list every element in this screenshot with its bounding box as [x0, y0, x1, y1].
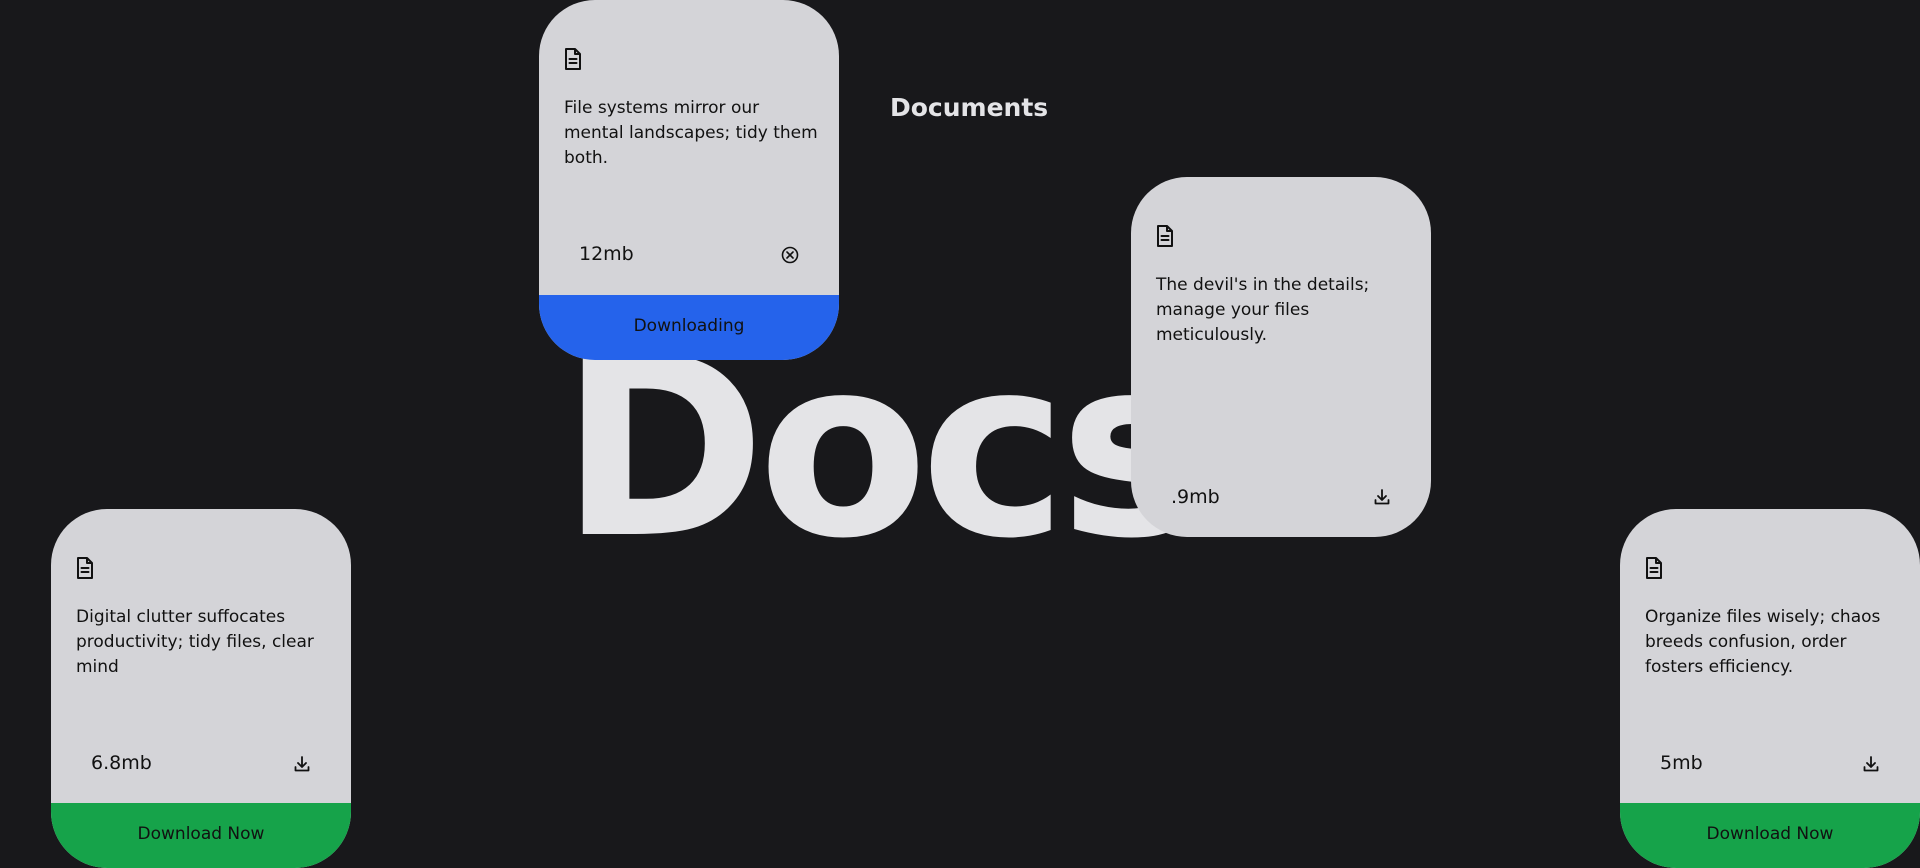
document-icon	[564, 48, 582, 70]
document-icon	[76, 557, 94, 579]
cancel-download-icon[interactable]	[781, 246, 799, 264]
card-description: Organize files wisely; chaos breeds conf…	[1645, 607, 1881, 677]
document-card: The devil's in the details; manage your …	[1131, 177, 1431, 537]
document-icon	[1156, 225, 1174, 247]
file-size: .9mb	[1171, 486, 1220, 508]
downloading-button[interactable]: Downloading	[539, 295, 839, 360]
download-now-button[interactable]: Download Now	[1620, 803, 1920, 868]
page-title: Documents	[890, 93, 1049, 122]
document-card-downloading: File systems mirror our mental landscape…	[539, 0, 839, 360]
document-icon	[1645, 557, 1663, 579]
download-icon[interactable]	[293, 755, 311, 773]
document-card: Digital clutter suffocates productivity;…	[51, 509, 351, 868]
download-icon[interactable]	[1862, 755, 1880, 773]
file-size: 6.8mb	[91, 752, 152, 774]
document-card: Organize files wisely; chaos breeds conf…	[1620, 509, 1920, 868]
download-now-button[interactable]: Download Now	[51, 803, 351, 868]
file-size: 5mb	[1660, 752, 1703, 774]
card-description: The devil's in the details; manage your …	[1156, 275, 1370, 345]
card-description: File systems mirror our mental landscape…	[564, 98, 818, 168]
card-description: Digital clutter suffocates productivity;…	[76, 607, 314, 677]
download-icon[interactable]	[1373, 488, 1391, 506]
file-size: 12mb	[579, 243, 634, 265]
